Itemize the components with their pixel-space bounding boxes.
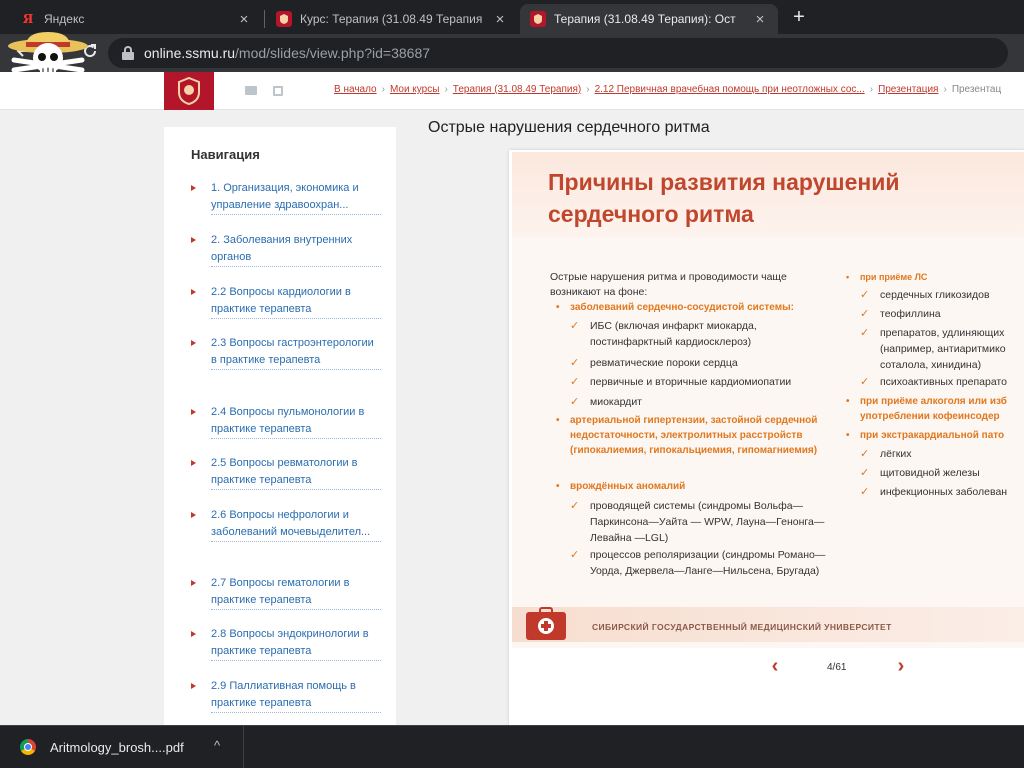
nav-item-hematology[interactable]: 2.7 Вопросы гематологии в практике терап… [191,575,381,610]
browser-toolbar: online.ssmu.ru/mod/slides/view.php?id=38… [0,34,1024,72]
mail-icon[interactable] [245,86,257,95]
breadcrumb-section[interactable]: 2.12 Первичная врачебная помощь при неот… [595,84,865,95]
breadcrumb: В начало › Мои курсы › Терапия (31.08.49 Тер… [334,84,1002,95]
slide-orange-item: при приёме ЛС [846,270,1024,285]
slide-check-item: ревматические пороки сердца [570,355,820,371]
nav-item-nephrology[interactable]: 2.6 Вопросы нефрологии и заболеваний моч… [191,507,381,542]
slide-orange-item: врождённых аномалий [556,479,830,494]
tab-title: Яндекс [44,12,85,26]
chevron-up-icon[interactable]: ^ [214,738,220,753]
slide-orange-item: заболеваний сердечно-сосудистой системы: [556,300,830,315]
slide-check-item: препаратов, удлиняющих (например, антиар… [860,325,1024,373]
ssmu-crest-icon [276,11,292,27]
chrome-icon [20,739,36,755]
medical-kit-icon [526,607,566,640]
triangle-bullet-icon [191,237,196,243]
slide-footer-text: Сибирский государственный медицинский ун… [592,622,892,632]
next-slide-button[interactable]: › [891,656,911,676]
triangle-bullet-icon [191,631,196,637]
tab-title: Терапия (31.08.49 Терапия): Ост [554,12,736,26]
tab-separator [264,10,265,28]
tab-title: Курс: Терапия (31.08.49 Терапия [300,12,483,26]
nav-item-internal-diseases[interactable]: 2. Заболевания внутренних органов [191,232,381,267]
prev-slide-button[interactable]: ‹ [765,656,785,676]
ssmu-crest-icon [530,11,546,27]
slide-check-item: первичные и вторичные кардиомиопатии [570,374,820,390]
slide-check-item: процессов реполяризации (синдромы Романо… [570,547,830,579]
close-icon[interactable]: × [492,11,508,28]
site-header: В начало › Мои курсы › Терапия (31.08.49 Тер… [0,72,1024,110]
nav-item-gastroenterology[interactable]: 2.3 Вопросы гастроэнтерологии в практике… [191,335,381,370]
university-logo[interactable] [164,72,214,110]
slide-check-item: миокардит [570,394,820,410]
slide-viewer: Причины развития нарушений сердечного ри… [509,150,1024,725]
slide-orange-item: артериальной гипертензии, застойной серд… [556,413,845,458]
breadcrumb-course[interactable]: Терапия (31.08.49 Терапия) [453,84,581,95]
slide-orange-item: при приёме алкоголя или изб употреблении… [846,394,1024,424]
lock-icon [122,46,134,60]
slide-check-item: лёгких [860,446,1024,462]
page-counter: 4/61 [827,662,847,673]
close-icon[interactable]: × [752,11,768,28]
triangle-bullet-icon [191,460,196,466]
slide-check-item: сердечных гликозидов [860,287,1024,303]
grid-icon[interactable] [273,86,283,96]
triangle-bullet-icon [191,185,196,191]
url-host: online.ssmu.ru [144,45,236,61]
nav-item-palliative[interactable]: 2.9 Паллиативная помощь в практике терап… [191,678,381,713]
url-path: /mod/slides/view.php?id=38687 [235,45,431,61]
triangle-bullet-icon [191,409,196,415]
straw-hat-skull-icon [8,32,88,74]
nav-item-organization[interactable]: 1. Организация, экономика и управление з… [191,180,381,215]
slide-check-item: инфекционных заболеван [860,484,1024,500]
close-icon[interactable]: × [236,11,252,28]
slide-check-item: психоактивных препарато [860,374,1024,390]
new-tab-button[interactable]: + [787,6,811,30]
triangle-bullet-icon [191,580,196,586]
navigation-block: Навигация 1. Организация, экономика и уп… [164,127,396,725]
tab-strip: Я Яндекс × Курс: Терапия (31.08.49 Терап… [0,0,1024,34]
nav-item-cardiology[interactable]: 2.2 Вопросы кардиологии в практике терап… [191,284,381,319]
triangle-bullet-icon [191,512,196,518]
yandex-icon: Я [22,12,34,26]
slide-pager: ‹ 4/61 › [509,648,1024,688]
triangle-bullet-icon [191,340,196,346]
download-item[interactable]: Aritmology_brosh....pdf ^ [0,726,244,768]
triangle-bullet-icon [191,683,196,689]
slide-title: Причины развития нарушений сердечного ри… [548,169,900,227]
nav-item-endocrinology[interactable]: 2.8 Вопросы эндокринологии в практике те… [191,626,381,661]
page-title: Острые нарушения сердечного ритма [428,119,710,136]
download-bar: Aritmology_brosh....pdf ^ [0,725,1024,768]
download-filename: Aritmology_brosh....pdf [50,739,184,755]
web-page: В начало › Мои курсы › Терапия (31.08.49 Тер… [0,72,1024,725]
slide-intro: Острые нарушения ритма и проводимости ча… [550,271,787,298]
slide-check-item: теофиллина [860,306,1024,322]
nav-item-rheumatology[interactable]: 2.5 Вопросы ревматологии в практике тера… [191,455,381,490]
tab-presentation[interactable]: Терапия (31.08.49 Терапия): Ост × [520,4,778,34]
slide-check-item: проводящей системы (синдромы Вольфа—Парк… [570,498,830,546]
nav-item-pulmonology[interactable]: 2.4 Вопросы пульмонологии в практике тер… [191,404,381,439]
slide: Причины развития нарушений сердечного ри… [512,152,1024,648]
breadcrumb-current: Презентац [951,84,1002,95]
address-bar[interactable]: online.ssmu.ru/mod/slides/view.php?id=38… [108,38,1008,68]
triangle-bullet-icon [191,289,196,295]
breadcrumb-home[interactable]: В начало [334,84,377,95]
tab-course[interactable]: Курс: Терапия (31.08.49 Терапия × [266,4,518,34]
ssmu-crest-icon [178,76,200,106]
navigation-title: Навигация [191,147,260,162]
breadcrumb-my-courses[interactable]: Мои курсы [390,84,440,95]
slide-check-item: ИБС (включая инфаркт миокарда, постинфар… [570,318,820,350]
slide-check-item: щитовидной железы [860,465,1024,481]
slide-orange-item: при экстракардиальной пато [846,428,1024,443]
breadcrumb-presentation[interactable]: Презентация [878,84,938,95]
